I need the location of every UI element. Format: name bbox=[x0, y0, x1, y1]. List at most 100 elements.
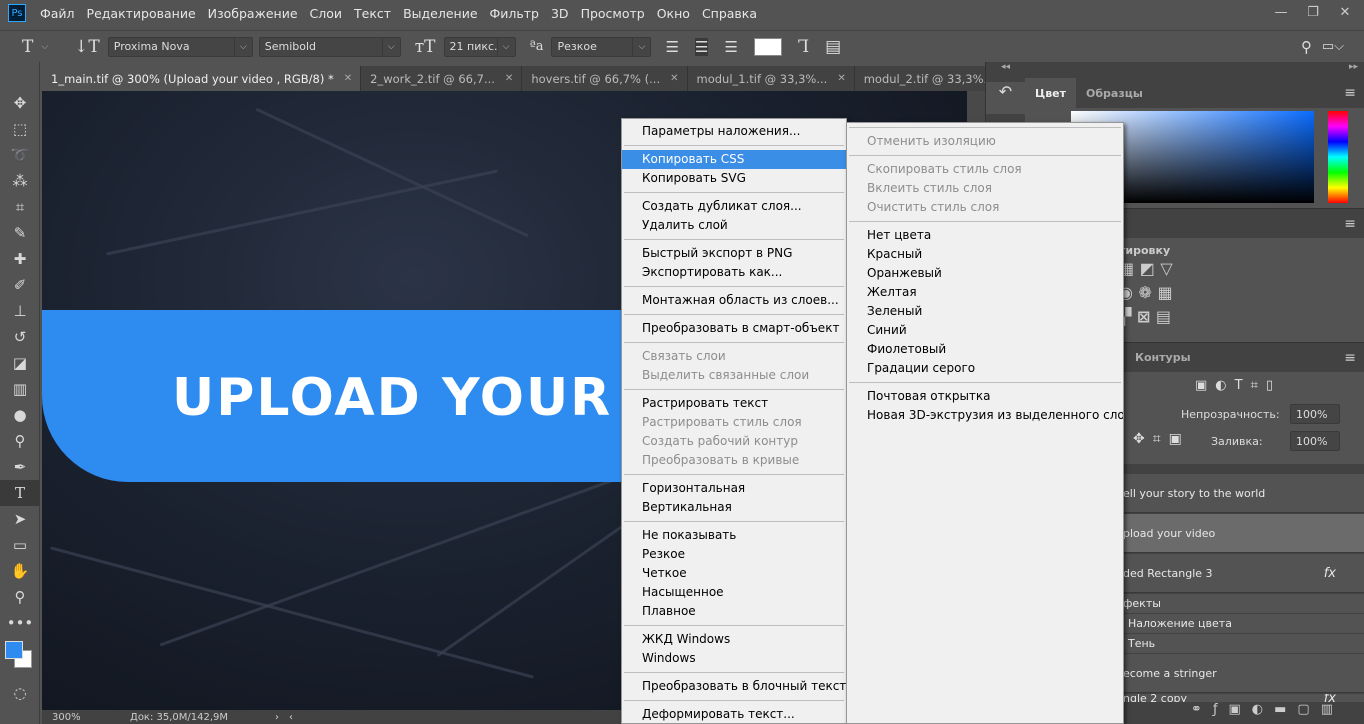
eyedropper-tool-icon[interactable]: ✎ bbox=[0, 220, 40, 246]
close-tab-icon[interactable]: ✕ bbox=[505, 73, 513, 84]
align-left-icon[interactable]: ☰ bbox=[665, 38, 678, 56]
menu-item[interactable]: Зеленый bbox=[847, 302, 1123, 321]
layer-filter-icons[interactable]: ▣◐T⌗▯ bbox=[1195, 378, 1281, 393]
brush-tool-icon[interactable]: ✐ bbox=[0, 272, 40, 298]
menu-item[interactable]: Текст bbox=[354, 6, 391, 21]
dodge-tool-icon[interactable]: ⚲ bbox=[0, 428, 40, 454]
opacity-field[interactable]: 100% bbox=[1290, 404, 1340, 424]
workspace-icon[interactable]: ▭⌵ bbox=[1322, 39, 1344, 54]
menu-item[interactable]: Оранжевый bbox=[847, 264, 1123, 283]
menu-item[interactable]: Горизонтальная bbox=[622, 479, 846, 498]
move-tool-icon[interactable]: ✥ bbox=[0, 90, 40, 116]
close-tab-icon[interactable]: ✕ bbox=[344, 73, 352, 84]
menu-item[interactable]: Желтая bbox=[847, 283, 1123, 302]
menu-item[interactable]: Синий bbox=[847, 321, 1123, 340]
menu-item[interactable]: Плавное bbox=[622, 602, 846, 621]
menu-item[interactable]: 3D bbox=[551, 6, 569, 21]
menu-item[interactable]: Преобразовать в блочный текст bbox=[622, 677, 846, 696]
lasso-tool-icon[interactable]: ➰ bbox=[0, 142, 40, 168]
menu-item[interactable]: Файл bbox=[40, 6, 75, 21]
foreground-color-swatch[interactable] bbox=[5, 641, 23, 659]
menu-item[interactable]: Создать дубликат слоя... bbox=[622, 197, 846, 216]
close-tab-icon[interactable]: ✕ bbox=[670, 73, 678, 84]
menu-item[interactable]: Новая 3D-экструзия из выделенного слоя bbox=[847, 406, 1123, 425]
font-family-select[interactable]: Proxima Nova ⌵ bbox=[107, 36, 253, 57]
close-tab-icon[interactable]: ✕ bbox=[837, 73, 845, 84]
more-tools-icon[interactable]: ••• bbox=[0, 610, 40, 636]
type-tool-icon[interactable]: T bbox=[0, 480, 40, 506]
close-icon[interactable]: ✕ bbox=[1330, 0, 1360, 24]
chevron-down-icon[interactable]: ⌵ bbox=[41, 42, 48, 52]
menu-item[interactable]: Редактирование bbox=[87, 6, 196, 21]
color-swatches[interactable] bbox=[0, 636, 39, 680]
menu-item[interactable]: Слои bbox=[310, 6, 343, 21]
menu-item[interactable]: Изображение bbox=[208, 6, 298, 21]
text-tool-icon[interactable]: T bbox=[22, 37, 33, 57]
menu-item[interactable]: Нет цвета bbox=[847, 226, 1123, 245]
menu-item[interactable]: Не показывать bbox=[622, 526, 846, 545]
tab-document[interactable]: 2_work_2.tif @ 66,7... ✕ bbox=[361, 66, 523, 91]
menu-item[interactable]: Справка bbox=[702, 6, 757, 21]
rectangle-tool-icon[interactable]: ▭ bbox=[0, 532, 40, 558]
font-style-select[interactable]: Semibold ⌵ bbox=[258, 36, 401, 57]
panels-toggle-icon[interactable]: ▤ bbox=[825, 37, 841, 57]
menu-item[interactable]: Насыщенное bbox=[622, 583, 846, 602]
panel-menu-icon[interactable]: ≡ bbox=[1344, 350, 1356, 366]
status-menu-arrow-icon[interactable]: › bbox=[275, 712, 279, 723]
hue-slider[interactable] bbox=[1328, 111, 1348, 203]
menu-item[interactable]: Фиолетовый bbox=[847, 340, 1123, 359]
menu-item[interactable]: Копировать CSS bbox=[622, 150, 846, 169]
tab-color[interactable]: Цвет bbox=[1025, 78, 1077, 108]
history-brush-icon[interactable]: ↺ bbox=[0, 324, 40, 350]
menu-item[interactable]: Красный bbox=[847, 245, 1123, 264]
quick-mask-icon[interactable]: ◌ bbox=[0, 680, 40, 706]
tab-paths[interactable]: Контуры bbox=[1125, 343, 1201, 372]
zoom-level[interactable]: 300% bbox=[42, 712, 90, 723]
menu-item[interactable]: Просмотр bbox=[581, 6, 645, 21]
maximize-icon[interactable]: ❐ bbox=[1298, 0, 1328, 24]
path-select-tool-icon[interactable]: ➤ bbox=[0, 506, 40, 532]
history-panel-icon[interactable]: ↶ bbox=[986, 82, 1025, 114]
menu-item[interactable]: Преобразовать в смарт-объект bbox=[622, 319, 846, 338]
tab-document[interactable]: modul_2.tif @ 33,3%...✕ bbox=[855, 66, 985, 91]
pen-tool-icon[interactable]: ✒ bbox=[0, 454, 40, 480]
tab-document[interactable]: hovers.tif @ 66,7% (... ✕ bbox=[522, 66, 688, 91]
menu-item[interactable]: Удалить слой bbox=[622, 216, 846, 235]
warp-text-icon[interactable]: Ꞁ bbox=[798, 37, 809, 57]
lock-icons[interactable]: ✥⌗▣ bbox=[1133, 431, 1190, 447]
marquee-tool-icon[interactable]: ⬚ bbox=[0, 116, 40, 142]
collapse-icon[interactable]: ◂◂ bbox=[986, 62, 1025, 82]
gradient-tool-icon[interactable]: ▥ bbox=[0, 376, 40, 402]
healing-brush-icon[interactable]: ✚ bbox=[0, 246, 40, 272]
menu-item[interactable]: Вертикальная bbox=[622, 498, 846, 517]
menu-item[interactable]: Монтажная область из слоев... bbox=[622, 291, 846, 310]
menu-item[interactable]: Растрировать текст bbox=[622, 394, 846, 413]
zoom-tool-icon[interactable]: ⚲ bbox=[0, 584, 40, 610]
menu-item[interactable]: ЖКД Windows bbox=[622, 630, 846, 649]
menu-item[interactable]: Градации серого bbox=[847, 359, 1123, 378]
stamp-tool-icon[interactable]: ⊥ bbox=[0, 298, 40, 324]
text-orientation-icon[interactable]: ↓T bbox=[74, 37, 100, 57]
minimize-icon[interactable]: — bbox=[1266, 0, 1296, 24]
scroll-left-icon[interactable]: ‹ bbox=[289, 712, 293, 723]
menu-item[interactable]: Четкое bbox=[622, 564, 846, 583]
antialias-select[interactable]: Резкое ⌵ bbox=[551, 36, 652, 57]
align-center-icon[interactable]: ☰ bbox=[694, 37, 709, 56]
menu-item[interactable]: Деформировать текст... bbox=[622, 705, 846, 723]
quick-select-tool-icon[interactable]: ⁂ bbox=[0, 168, 40, 194]
search-icon[interactable]: ⚲ bbox=[1301, 38, 1312, 56]
panel-menu-icon[interactable]: ≡ bbox=[1344, 216, 1356, 232]
eraser-tool-icon[interactable]: ◪ bbox=[0, 350, 40, 376]
adjustment-icons[interactable]: ▦ ◩ ▽ ◉ ❁ ▦ ▞ ⊠ ▤ bbox=[1119, 257, 1364, 329]
hand-tool-icon[interactable]: ✋ bbox=[0, 558, 40, 584]
text-color-swatch[interactable] bbox=[753, 37, 782, 56]
menu-item[interactable]: Почтовая открытка bbox=[847, 387, 1123, 406]
tab-document[interactable]: modul_1.tif @ 33,3%... ✕ bbox=[688, 66, 855, 91]
fill-field[interactable]: 100% bbox=[1290, 431, 1340, 451]
tab-swatches[interactable]: Образцы bbox=[1076, 78, 1153, 108]
menu-item[interactable]: Фильтр bbox=[490, 6, 539, 21]
menu-item[interactable]: Копировать SVG bbox=[622, 169, 846, 188]
panel-menu-icon[interactable]: ≡ bbox=[1344, 85, 1356, 101]
menu-item[interactable]: Выделение bbox=[403, 6, 477, 21]
menu-item[interactable]: Окно bbox=[657, 6, 690, 21]
